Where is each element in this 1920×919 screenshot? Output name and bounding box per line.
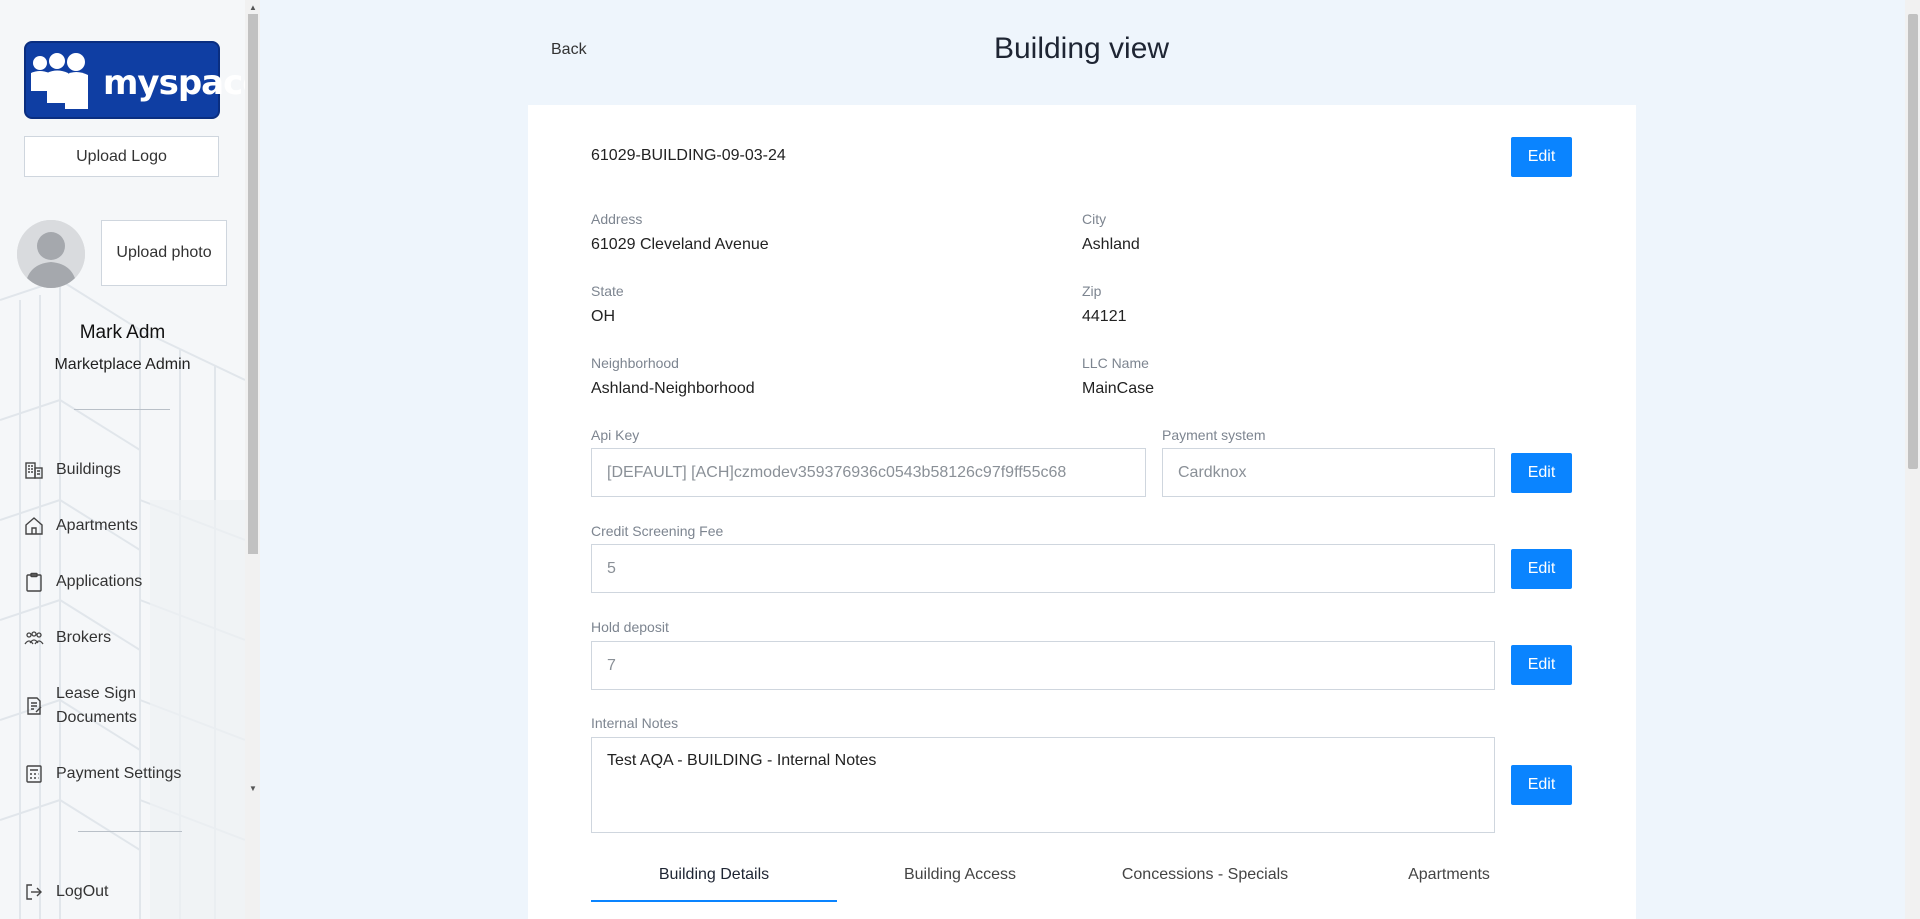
address-label: Address	[591, 211, 643, 227]
sidebar-item-apartments[interactable]: Apartments	[24, 514, 138, 538]
upload-logo-button[interactable]: Upload Logo	[24, 136, 219, 177]
sidebar-item-label: Applications	[56, 573, 143, 590]
edit-building-name-button[interactable]: Edit	[1511, 137, 1572, 177]
llc-name-label: LLC Name	[1082, 355, 1149, 371]
edit-hold-deposit-button[interactable]: Edit	[1511, 645, 1572, 685]
zip-label: Zip	[1082, 283, 1102, 299]
zip-value: 44121	[1082, 308, 1127, 325]
logout-button[interactable]: LogOut	[24, 880, 108, 904]
tab-concessions-specials[interactable]: Concessions - Specials	[1082, 866, 1328, 884]
scroll-down-arrow-icon[interactable]: ▼	[248, 784, 258, 794]
llc-name-value: MainCase	[1082, 380, 1155, 397]
sidebar-item-applications[interactable]: Applications	[24, 570, 142, 594]
state-label: State	[591, 283, 624, 299]
sidebar-item-payment-settings[interactable]: Payment Settings	[24, 762, 181, 786]
sidebar-item-brokers[interactable]: Brokers	[24, 626, 111, 650]
user-silhouette-icon	[17, 220, 85, 288]
page-title: Building view	[993, 32, 1170, 65]
building-id: 61029-BUILDING-09-03-24	[591, 147, 786, 164]
edit-credit-fee-button[interactable]: Edit	[1511, 549, 1572, 589]
payment-system-label: Payment system	[1162, 427, 1266, 443]
divider	[74, 409, 170, 410]
tab-building-access[interactable]: Building Access	[837, 866, 1083, 884]
home-icon	[24, 516, 44, 536]
city-label: City	[1082, 211, 1107, 227]
document-sign-icon	[24, 696, 44, 716]
logo-text: myspace	[103, 63, 260, 103]
building-icon	[24, 460, 44, 480]
upload-photo-button[interactable]: Upload photo	[101, 220, 227, 286]
sidebar-item-lease-sign-documents[interactable]: Lease Sign Documents	[24, 682, 174, 730]
tab-apartments[interactable]: Apartments	[1326, 866, 1572, 884]
avatar	[17, 220, 85, 288]
sidebar-item-label: Brokers	[56, 629, 112, 646]
payment-system-field[interactable]: Cardknox	[1162, 448, 1495, 497]
hold-deposit-label: Hold deposit	[591, 619, 669, 635]
people-logo-icon	[31, 53, 88, 109]
clipboard-icon	[24, 572, 44, 592]
tab-building-details[interactable]: Building Details	[591, 866, 837, 884]
credit-screening-fee-label: Credit Screening Fee	[591, 523, 724, 539]
internal-notes-field[interactable]: Test AQA - BUILDING - Internal Notes	[591, 737, 1495, 833]
neighborhood-value: Ashland-Neighborhood	[591, 380, 755, 397]
neighborhood-label: Neighborhood	[591, 355, 679, 371]
sidebar-item-label: Lease Sign Documents	[56, 685, 137, 726]
logout-label: LogOut	[56, 883, 109, 900]
active-tab-indicator	[591, 900, 837, 902]
api-key-field[interactable]: [DEFAULT] [ACH]czmodev359376936c0543b581…	[591, 448, 1146, 497]
city-value: Ashland	[1082, 236, 1140, 253]
sidebar-item-label: Payment Settings	[56, 765, 182, 782]
internal-notes-label: Internal Notes	[591, 715, 679, 731]
user-name: Mark Adm	[79, 322, 166, 343]
address-value: 61029 Cleveland Avenue	[591, 236, 769, 253]
back-link[interactable]: Back	[551, 41, 587, 59]
sidebar-item-buildings[interactable]: Buildings	[24, 458, 121, 482]
edit-internal-notes-button[interactable]: Edit	[1511, 765, 1572, 805]
calculator-icon	[24, 764, 44, 784]
scroll-up-arrow-icon[interactable]: ▲	[248, 3, 258, 13]
state-value: OH	[591, 308, 615, 325]
user-role: Marketplace Admin	[54, 356, 191, 373]
people-icon	[24, 628, 44, 648]
divider	[78, 831, 182, 832]
sidebar: myspace Upload Logo Upload photo Mark Ad…	[0, 0, 260, 919]
sidebar-scrollbar-thumb[interactable]	[248, 14, 258, 554]
sidebar-item-label: Apartments	[56, 517, 138, 534]
logout-icon	[24, 882, 44, 902]
hold-deposit-field[interactable]: 7	[591, 641, 1495, 690]
credit-screening-fee-field[interactable]: 5	[591, 544, 1495, 593]
page-scrollbar-thumb[interactable]	[1908, 14, 1918, 469]
myspace-logo: myspace	[24, 41, 259, 119]
api-key-label: Api Key	[591, 427, 640, 443]
sidebar-item-label: Buildings	[56, 461, 121, 478]
edit-payment-button[interactable]: Edit	[1511, 453, 1572, 493]
